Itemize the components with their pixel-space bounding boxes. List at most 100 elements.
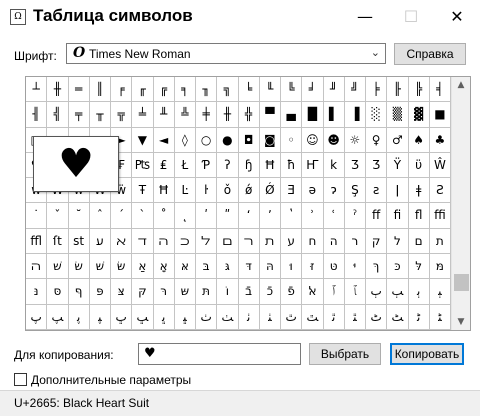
char-cell[interactable]: ▐ [344,102,366,128]
char-cell[interactable]: ˀ [344,203,366,229]
char-cell[interactable]: ▼ [132,127,154,153]
char-cell[interactable]: לּ [408,254,430,280]
char-cell[interactable]: בּ [196,254,218,280]
char-cell[interactable]: ╘ [238,77,260,103]
char-cell[interactable]: ה [323,228,345,255]
char-cell[interactable]: סּ [47,279,69,305]
char-cell[interactable]: ﭞ [196,304,218,330]
char-cell[interactable]: ₧ [132,152,154,179]
char-cell[interactable]: ﭢ [281,304,303,330]
char-cell[interactable]: ʻ [238,203,260,229]
char-cell[interactable]: ˊ [111,203,133,229]
char-cell[interactable]: רּ [153,279,175,305]
char-cell[interactable]: שׁ [47,254,69,280]
char-cell[interactable]: וּ [281,254,303,280]
char-cell[interactable]: st [68,228,90,255]
char-cell[interactable]: ║ [89,77,111,103]
char-cell[interactable]: ﭣ [302,304,324,330]
char-cell[interactable]: Ƥ [196,152,218,179]
char-cell[interactable]: פֿ [281,279,303,305]
char-cell[interactable]: ת [429,228,451,255]
char-cell[interactable]: ╠ [408,77,430,103]
char-cell[interactable]: ˘ [68,203,90,229]
char-cell[interactable]: נּ [26,279,48,305]
char-cell[interactable]: ˋ [132,203,154,229]
advanced-view-checkbox[interactable] [14,373,27,386]
char-cell[interactable]: ▓ [408,102,430,128]
char-cell[interactable]: ◘ [238,127,260,153]
char-cell[interactable]: Ł [174,152,196,179]
char-cell[interactable]: ʽ [281,203,303,229]
char-cell[interactable]: ╩ [174,102,196,128]
font-dropdown[interactable]: O Times New Roman ⌄ [66,43,386,64]
char-cell[interactable]: ╦ [111,102,133,128]
char-cell[interactable]: ǝ [302,178,324,204]
char-cell[interactable]: ﬧ [238,228,260,255]
char-cell[interactable]: ╝ [344,77,366,103]
char-cell[interactable]: ﭡ [259,304,281,330]
char-cell[interactable]: ﬤ [174,228,196,255]
char-cell[interactable]: זּ [302,254,324,280]
char-cell[interactable]: ﭓ [387,279,409,305]
char-cell[interactable]: ﭛ [132,304,154,330]
char-cell[interactable]: ╕ [174,77,196,103]
char-cell[interactable]: ♠ [408,127,430,153]
char-cell[interactable]: ﬡ [111,228,133,255]
char-cell[interactable]: ﭨ [408,304,430,330]
char-cell[interactable]: ﭟ [217,304,239,330]
char-cell[interactable]: ﭐ [323,279,345,305]
char-cell[interactable]: הּ [259,254,281,280]
char-cell[interactable]: ﭤ [323,304,345,330]
char-cell[interactable]: ╛ [302,77,324,103]
char-cell[interactable]: שׂ [68,254,90,280]
char-cell[interactable]: אַ [132,254,154,280]
char-cell[interactable]: ╙ [259,77,281,103]
char-cell[interactable]: ʼ [259,203,281,229]
char-cell[interactable]: ╬ [238,102,260,128]
char-cell[interactable]: שּׁ [89,254,111,280]
char-cell[interactable]: ☻ [323,127,345,153]
char-cell[interactable]: ♣ [429,127,451,153]
char-cell[interactable]: ﭥ [344,304,366,330]
char-cell[interactable]: ffl [26,228,48,255]
char-cell[interactable]: ◊ [174,127,196,153]
char-cell[interactable]: ךּ [366,254,388,280]
char-cell[interactable]: ƨ [366,178,388,204]
char-cell[interactable]: ﭩ [429,304,451,330]
char-cell[interactable]: ﭏ [302,279,324,305]
char-cell[interactable]: ╨ [153,102,175,128]
char-cell[interactable]: ǀ [387,178,409,204]
char-cell[interactable]: ╔ [153,77,175,103]
chevron-down-icon[interactable]: ⌄ [371,46,380,59]
char-cell[interactable]: ˙ [26,203,48,229]
help-button[interactable]: Справка [394,43,466,65]
char-cell[interactable]: ﬦ [217,228,239,255]
char-cell[interactable]: ₤ [153,152,175,179]
char-cell[interactable]: ר [344,228,366,255]
char-cell[interactable]: ╤ [68,102,90,128]
char-cell[interactable]: ħ [281,152,303,179]
char-cell[interactable]: ﭔ [408,279,430,305]
char-cell[interactable]: מּ [429,254,451,280]
char-cell[interactable]: Ŀ [174,178,196,204]
char-cell[interactable]: Ŧ [132,178,154,204]
char-cell[interactable]: fl [408,203,430,229]
char-cell[interactable]: ם [408,228,430,255]
char-cell[interactable]: k [323,152,345,179]
char-cell[interactable]: ǿ [238,178,260,204]
minimize-button[interactable]: — [342,0,388,33]
char-cell[interactable]: ╣ [47,102,69,128]
char-cell[interactable]: ■ [429,102,451,128]
vertical-scrollbar[interactable]: ▲ ▼ [451,77,470,330]
advanced-view-label[interactable]: Дополнительные параметры [31,373,191,387]
char-cell[interactable]: צּ [111,279,133,305]
char-cell[interactable]: Ħ [259,152,281,179]
char-cell[interactable]: Ŵ [429,152,451,179]
char-cell[interactable]: ﭗ [47,304,69,330]
char-cell[interactable]: דּ [238,254,260,280]
char-cell[interactable]: ﬣ [26,254,48,280]
char-cell[interactable]: Ǿ [259,178,281,204]
char-cell[interactable]: ל [387,228,409,255]
char-cell[interactable]: ◄ [153,127,175,153]
char-cell[interactable]: ח [302,228,324,255]
